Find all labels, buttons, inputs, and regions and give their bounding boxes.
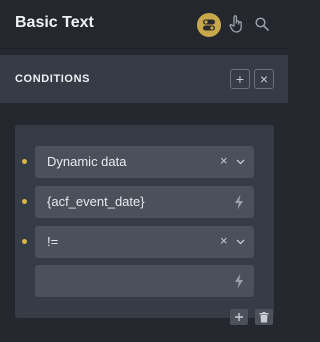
conditions-header: CONDITIONS + × xyxy=(0,55,288,103)
operator-select[interactable]: != × xyxy=(35,226,254,258)
row-indicator-dot xyxy=(22,199,27,204)
row-indicator-dot xyxy=(22,159,27,164)
clear-icon[interactable]: × xyxy=(220,153,230,169)
dynamic-data-value: {acf_event_date} xyxy=(47,194,145,209)
delete-group-button[interactable] xyxy=(255,309,273,325)
bolt-icon[interactable] xyxy=(234,194,244,210)
search-icon[interactable] xyxy=(255,17,269,31)
pointer-icon[interactable] xyxy=(229,15,243,33)
key-select-value: Dynamic data xyxy=(47,154,127,169)
condition-row xyxy=(15,265,274,297)
dynamic-data-input[interactable]: {acf_event_date} xyxy=(35,186,254,218)
toggle-icon[interactable] xyxy=(197,13,221,37)
add-group-button[interactable] xyxy=(230,309,248,325)
trash-icon xyxy=(259,311,269,322)
chevron-down-icon[interactable] xyxy=(236,238,245,246)
condition-group: Dynamic data × {acf_event_date} != × xyxy=(15,125,274,325)
panel-title: Basic Text xyxy=(15,14,94,31)
key-select[interactable]: Dynamic data × xyxy=(35,146,254,178)
add-condition-button[interactable]: + xyxy=(230,69,250,89)
operator-value: != xyxy=(47,234,59,249)
clear-icon[interactable]: × xyxy=(220,233,230,249)
close-conditions-button[interactable]: × xyxy=(254,69,274,89)
chevron-down-icon[interactable] xyxy=(236,158,245,166)
conditions-title: CONDITIONS xyxy=(15,73,91,85)
condition-row: Dynamic data × xyxy=(15,146,274,178)
condition-row: != × xyxy=(15,226,274,258)
condition-row: {acf_event_date} xyxy=(15,186,274,218)
compare-value-input[interactable] xyxy=(35,265,254,297)
toggle-glyph xyxy=(203,19,215,31)
bolt-icon[interactable] xyxy=(234,273,244,289)
plus-icon xyxy=(235,313,243,321)
panel-header: Basic Text xyxy=(0,0,288,49)
element-panel: Basic Text CONDITIONS + × Dynamic data ×… xyxy=(0,0,288,342)
row-indicator-dot xyxy=(22,239,27,244)
